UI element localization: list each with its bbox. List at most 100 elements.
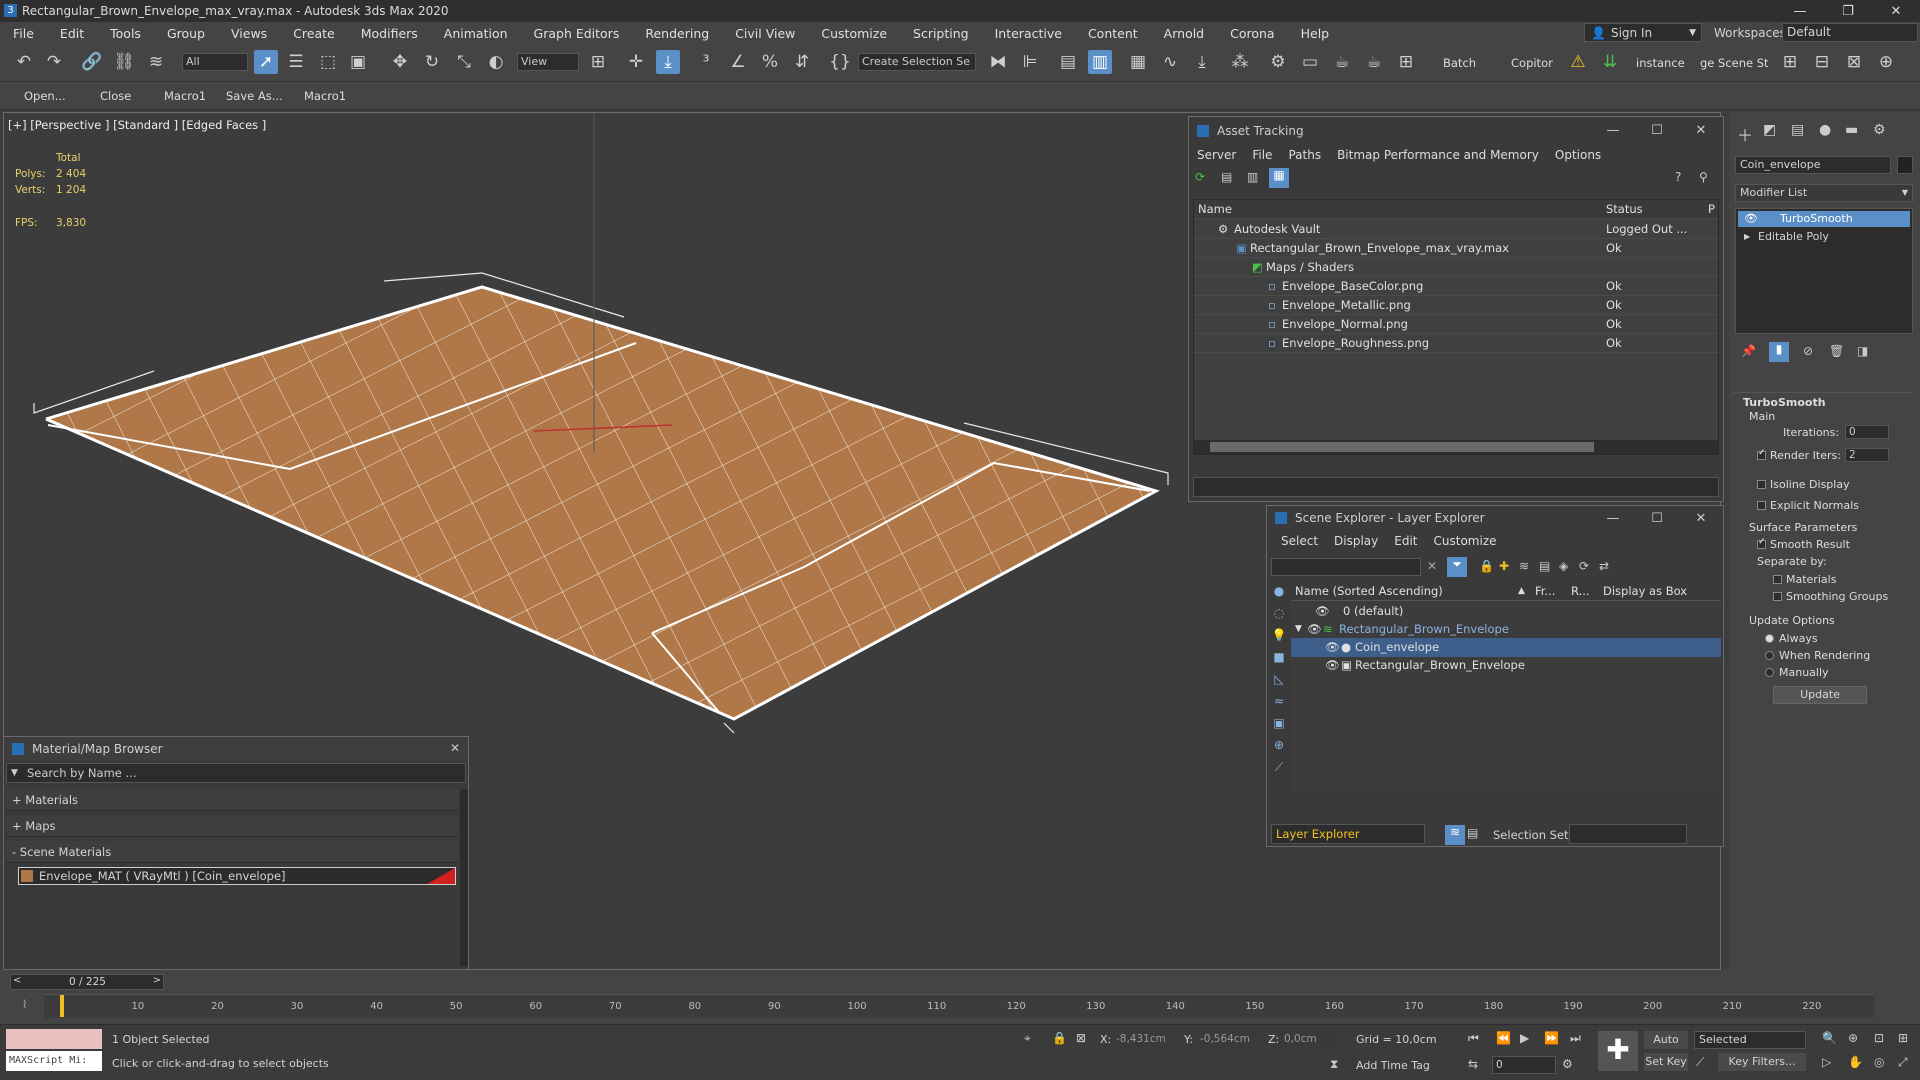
eye-icon[interactable]: 👁 xyxy=(1315,602,1330,621)
expand-icon[interactable]: ▶ xyxy=(1744,229,1750,245)
radio-always[interactable]: Always xyxy=(1765,632,1818,645)
make-unique-icon[interactable]: ⊘ xyxy=(1803,344,1813,358)
menu-customize[interactable]: Customize xyxy=(808,26,900,41)
scene-state-button[interactable]: ge Scene Stat xyxy=(1700,56,1768,70)
chevron-left-icon[interactable]: < xyxy=(13,975,21,986)
layer-row-selected[interactable]: 👁 ● Coin_envelope xyxy=(1291,638,1721,657)
sign-in-dropdown[interactable]: 👤 Sign In ▼ xyxy=(1584,23,1702,42)
col-status[interactable]: Status xyxy=(1606,200,1643,219)
layer-row[interactable]: 👁 0 (default) xyxy=(1291,602,1721,621)
menu-bitmap-performance[interactable]: Bitmap Performance and Memory xyxy=(1329,148,1547,162)
menu-paths[interactable]: Paths xyxy=(1280,148,1329,162)
configure-modifier-sets-icon[interactable]: ◨ xyxy=(1857,344,1868,358)
placement-icon[interactable]: ◐ xyxy=(484,50,508,74)
camera-icon[interactable]: ■ xyxy=(1269,650,1289,672)
percent-snap-icon[interactable]: % xyxy=(758,50,782,74)
maximize-icon[interactable]: ☐ xyxy=(1635,506,1679,530)
menu-scripting[interactable]: Scripting xyxy=(900,26,982,41)
macro1-button-2[interactable]: Macro1 xyxy=(304,89,346,103)
group-materials[interactable]: + Materials xyxy=(6,789,458,811)
layer-explorer-icon[interactable]: ≋ xyxy=(1445,825,1465,845)
key-filters-button[interactable]: Key Filters... xyxy=(1718,1053,1806,1071)
zoom-all-icon[interactable]: ⊕ xyxy=(1848,1031,1858,1045)
auto-key-button[interactable]: Auto Key xyxy=(1644,1031,1688,1064)
stack-item-turbosmooth[interactable]: 👁 TurboSmooth xyxy=(1738,211,1910,227)
table-row[interactable]: ◩ Maps / Shaders xyxy=(1194,258,1718,277)
scene-search-input[interactable] xyxy=(1271,558,1421,576)
orbit-icon[interactable]: ◎ xyxy=(1874,1055,1884,1069)
z-coordinate[interactable]: 0,0cm xyxy=(1282,1030,1336,1048)
angle-snap-icon[interactable]: ∠ xyxy=(726,50,750,74)
layer-row[interactable]: 👁 ▣ Rectangular_Brown_Envelope xyxy=(1291,656,1721,675)
named-selection-dropdown[interactable]: Create Selection Se xyxy=(858,53,976,71)
lock-icon[interactable]: 🔒 xyxy=(1479,559,1494,573)
minimize-icon[interactable]: — xyxy=(1776,0,1824,22)
selection-filter-dropdown[interactable]: All xyxy=(182,53,248,71)
menu-views[interactable]: Views xyxy=(218,26,280,41)
menu-content[interactable]: Content xyxy=(1075,26,1151,41)
menu-arnold[interactable]: Arnold xyxy=(1151,26,1217,41)
menu-file[interactable]: File xyxy=(1244,148,1280,162)
eye-icon[interactable]: 👁 xyxy=(1325,638,1340,657)
close-icon[interactable]: ✕ xyxy=(450,741,460,755)
pivot-center-icon[interactable]: ⊞ xyxy=(586,50,610,74)
rotate-icon[interactable]: ↻ xyxy=(420,50,444,74)
object-color-swatch[interactable] xyxy=(1897,156,1913,174)
motion-tab-icon[interactable]: ● xyxy=(1819,122,1831,138)
rect-selection-icon[interactable]: ⬚ xyxy=(316,50,340,74)
add-time-tag[interactable]: Add Time Tag xyxy=(1356,1059,1430,1072)
close-icon[interactable]: ✕ xyxy=(1679,117,1723,144)
sphere-icon[interactable]: ● xyxy=(1269,584,1289,606)
move-icon[interactable]: ✥ xyxy=(388,50,412,74)
warning-icon[interactable]: ⚠ xyxy=(1566,50,1590,74)
grid-layout-icon[interactable]: ⊞ xyxy=(1778,50,1802,74)
restore-icon[interactable]: ❐ xyxy=(1824,0,1872,22)
go-to-start-icon[interactable]: ⏮ xyxy=(1468,1031,1479,1046)
schematic-view-icon[interactable]: ⤓ xyxy=(1190,50,1214,74)
material-scrollbar[interactable] xyxy=(460,789,468,967)
table-view-icon[interactable]: ▦ xyxy=(1269,168,1289,188)
pan-icon[interactable]: ✋ xyxy=(1848,1055,1863,1069)
display-tab-icon[interactable]: ▬ xyxy=(1845,122,1858,138)
menu-animation[interactable]: Animation xyxy=(431,26,521,41)
pin-stack-icon[interactable]: 📌 xyxy=(1741,344,1756,358)
create-tab-icon[interactable]: ＋ xyxy=(1737,122,1753,146)
timeline-track[interactable]: 10 20 30 40 50 60 70 80 90 100 110 120 130 140 150 160 1… xyxy=(44,994,1874,1018)
object-name-input[interactable]: Coin_envelope xyxy=(1735,156,1891,174)
menu-graph-editors[interactable]: Graph Editors xyxy=(521,26,633,41)
radio-when-rendering[interactable]: When Rendering xyxy=(1765,649,1870,662)
group-icon[interactable]: ▣ xyxy=(1269,716,1289,738)
menu-interactive[interactable]: Interactive xyxy=(982,26,1075,41)
move-to-layer-icon[interactable]: ▤ xyxy=(1539,559,1550,573)
menu-create[interactable]: Create xyxy=(280,26,348,41)
selection-lock-icon[interactable]: 🔒 xyxy=(1052,1031,1067,1045)
save-as-button[interactable]: Save As... xyxy=(226,89,283,103)
absolute-mode-icon[interactable]: ⊠ xyxy=(1076,1031,1086,1045)
detail-view-icon[interactable]: ▥ xyxy=(1247,170,1258,184)
shapes-icon[interactable]: ◌ xyxy=(1269,606,1289,628)
y-coordinate[interactable]: -0,564cm xyxy=(1198,1030,1258,1048)
current-frame-input[interactable]: 0 xyxy=(1492,1056,1556,1074)
maximize-viewport-icon[interactable]: ⤢ xyxy=(1898,1055,1908,1070)
viewport-layout-icon[interactable]: ⊟ xyxy=(1810,50,1834,74)
modify-tab-icon[interactable]: ◩ xyxy=(1763,122,1776,138)
set-keys-icon[interactable]: ✚ xyxy=(1598,1031,1638,1071)
x-coordinate[interactable]: -8,431cm xyxy=(1114,1030,1174,1048)
macro1-button[interactable]: Macro1 xyxy=(164,89,206,103)
reference-coord-dropdown[interactable]: View xyxy=(517,53,579,71)
material-item[interactable]: Envelope_MAT ( VRayMtl ) [Coin_envelope] xyxy=(18,867,456,885)
smoothing-groups-checkbox[interactable]: Smoothing Groups xyxy=(1773,590,1888,603)
col-p[interactable]: P xyxy=(1708,200,1715,219)
time-slider[interactable]: < 0 / 225 > xyxy=(10,974,164,990)
menu-group[interactable]: Group xyxy=(154,26,218,41)
batch-button[interactable]: Batch xyxy=(1443,56,1476,70)
modifier-list-dropdown[interactable]: Modifier List ▼ xyxy=(1735,184,1913,202)
menu-server[interactable]: Server xyxy=(1189,148,1244,162)
rollout-title[interactable]: TurboSmooth xyxy=(1743,396,1826,409)
col-freeze[interactable]: Fr... xyxy=(1535,582,1555,601)
set-key-button[interactable]: Set Key xyxy=(1644,1053,1688,1071)
workspace-select[interactable]: Default xyxy=(1782,23,1918,42)
material-browser-titlebar[interactable]: Material/Map Browser ✕ xyxy=(4,737,468,761)
isolate-selection-icon[interactable]: ⌖ xyxy=(1024,1031,1031,1046)
material-search-input[interactable]: ▼ Search by Name ... xyxy=(6,763,466,783)
